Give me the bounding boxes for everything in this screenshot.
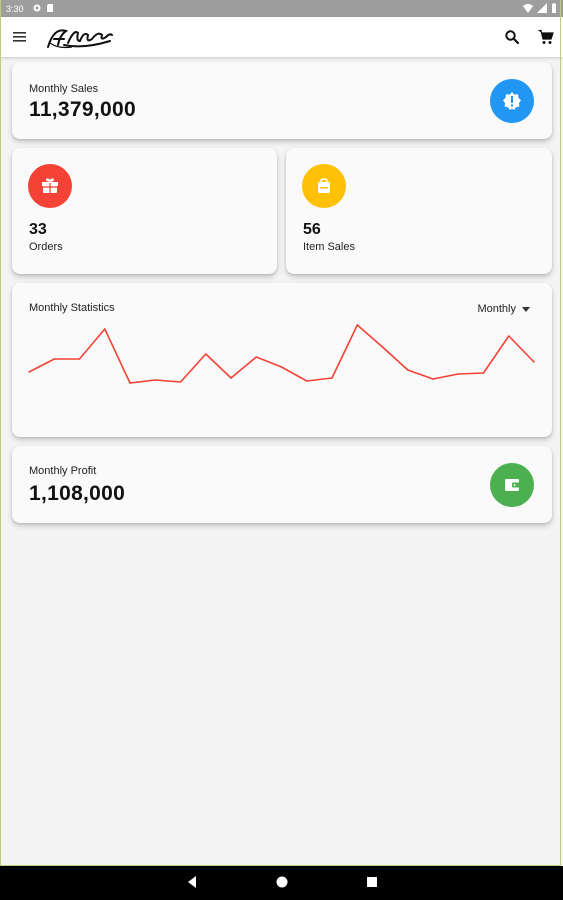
- chart-point: [255, 356, 258, 358]
- monthly-profit-card[interactable]: Monthly Profit 1,108,000: [12, 446, 552, 523]
- back-icon[interactable]: [186, 875, 198, 889]
- orders-value: 33: [29, 221, 47, 238]
- chart-point: [356, 324, 359, 326]
- system-nav-bar: [0, 866, 563, 900]
- monthly-sales-card[interactable]: Monthly Sales 11,379,000: [12, 62, 552, 139]
- chart-point: [129, 382, 131, 384]
- chart-point: [230, 377, 232, 379]
- chart-point: [204, 353, 207, 355]
- alert-circle-icon: [490, 79, 534, 123]
- chart-point: [103, 328, 106, 330]
- item-sales-value: 56: [303, 221, 321, 238]
- cart-icon[interactable]: [538, 29, 554, 45]
- chart-point: [179, 381, 182, 383]
- chart-point: [28, 371, 30, 373]
- signal-icon: [537, 3, 547, 13]
- orders-card[interactable]: 33 Orders: [12, 148, 277, 274]
- chart-point: [432, 378, 434, 380]
- monthly-profit-value: 1,108,000: [29, 482, 126, 505]
- chart-point: [305, 380, 308, 382]
- app-bar: [0, 17, 563, 57]
- chart-point: [154, 379, 157, 381]
- chart-point: [78, 358, 81, 360]
- chart-point: [533, 361, 535, 363]
- chart-point: [406, 369, 409, 371]
- line-chart: [28, 324, 535, 384]
- monthly-statistics-card: Monthly Statistics Monthly: [12, 283, 552, 437]
- chart-point: [331, 377, 333, 379]
- monthly-sales-label: Monthly Sales: [29, 83, 99, 95]
- recents-icon[interactable]: [365, 875, 379, 889]
- chart-point: [280, 366, 283, 368]
- gift-icon: [28, 164, 72, 208]
- battery-icon: [552, 3, 556, 13]
- sd-card-icon: [47, 4, 53, 12]
- search-icon[interactable]: [504, 29, 520, 45]
- menu-icon[interactable]: [12, 29, 28, 45]
- notification-icon: [33, 4, 41, 12]
- item-sales-card[interactable]: 56 Item Sales: [286, 148, 552, 274]
- app-logo[interactable]: [44, 23, 114, 51]
- status-bar: 3:30: [0, 0, 563, 17]
- chart-point: [53, 358, 56, 360]
- monthly-sales-value: 11,379,000: [29, 98, 136, 121]
- status-time: 3:30: [6, 4, 24, 14]
- chart-point: [507, 335, 510, 337]
- chart-point: [482, 372, 485, 374]
- item-sales-label: Item Sales: [303, 241, 355, 253]
- chart-point: [381, 346, 384, 348]
- monthly-profit-label: Monthly Profit: [29, 465, 97, 477]
- wifi-icon: [523, 4, 533, 13]
- orders-label: Orders: [29, 241, 63, 253]
- chart-point: [457, 373, 460, 375]
- wallet-icon: [490, 463, 534, 507]
- box-icon: [302, 164, 346, 208]
- home-icon[interactable]: [275, 875, 289, 889]
